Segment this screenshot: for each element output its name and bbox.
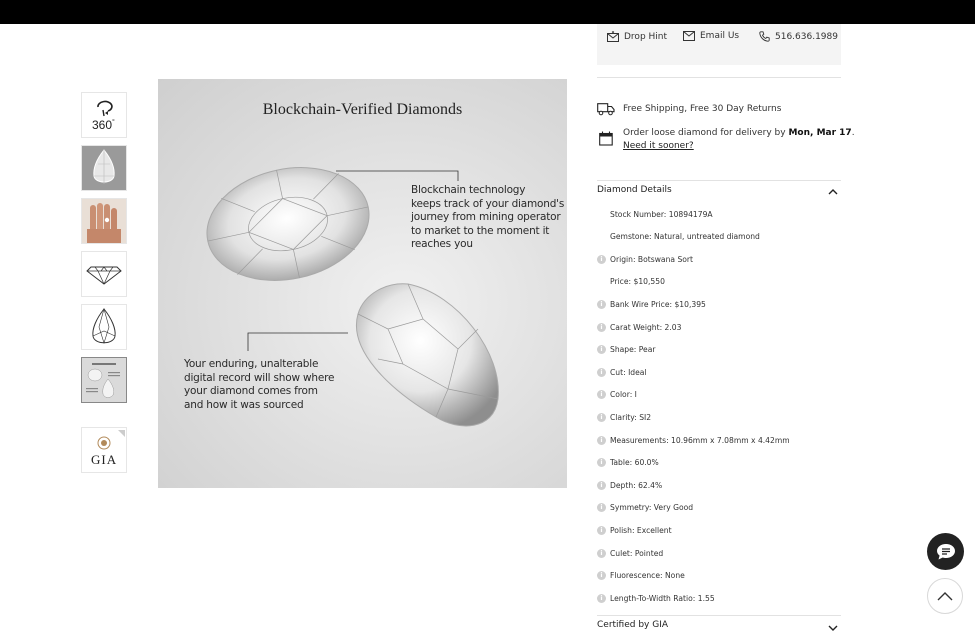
diamond-detail-row: i Depth: 62.4% — [597, 479, 662, 491]
info-icon[interactable]: i — [597, 480, 606, 490]
info-icon[interactable]: i — [597, 593, 606, 603]
pear-outline-icon — [92, 307, 116, 345]
delivery-suffix: . — [851, 128, 855, 138]
diamond-detail-row: Gemstone: Natural, untreated diamond — [597, 231, 760, 243]
hero-text-record: Your enduring, unalterable digital recor… — [184, 358, 335, 411]
info-icon[interactable]: i — [597, 503, 606, 513]
info-icon[interactable]: i — [597, 412, 606, 422]
phone-icon — [759, 31, 770, 42]
calendar-icon — [599, 131, 613, 146]
diamond-detail-row: i Symmetry: Very Good — [597, 502, 693, 514]
thumbnail-360-view[interactable]: 360° — [81, 92, 127, 138]
diamond-detail-text: Culet: Pointed — [610, 548, 664, 558]
diamond-detail-row: i Clarity: SI2 — [597, 411, 651, 423]
chevron-down-icon[interactable] — [827, 622, 839, 634]
envelope-icon — [683, 31, 695, 41]
main-product-image: Blockchain-Verified Diamonds Blockchain … — [158, 79, 567, 488]
diamond-details-title: Diamond Details — [597, 185, 672, 195]
info-icon[interactable]: i — [597, 254, 606, 264]
top-bar — [0, 0, 975, 24]
diamond-detail-row: i Cut: Ideal — [597, 366, 647, 378]
diamond-detail-text: Clarity: SI2 — [610, 412, 652, 422]
diamond-detail-text: Table: 60.0% — [610, 458, 659, 468]
info-icon[interactable]: i — [597, 571, 606, 581]
diamond-detail-text: Gemstone: Natural, untreated diamond — [610, 232, 760, 242]
need-it-sooner-link[interactable]: Need it sooner? — [623, 141, 694, 151]
diamond-detail-row: i Table: 60.0% — [597, 457, 659, 469]
diamond-detail-row: i Shape: Pear — [597, 344, 656, 356]
email-us-label: Email Us — [700, 31, 740, 41]
info-icon[interactable]: i — [597, 299, 606, 309]
info-icon[interactable]: i — [597, 548, 606, 558]
divider — [597, 180, 841, 181]
delivery-prefix: Order loose diamond for delivery by — [623, 128, 789, 138]
chevron-up-icon[interactable] — [827, 186, 839, 198]
diamond-detail-row: i Length-To-Width Ratio: 1.55 — [597, 592, 715, 604]
diamond-detail-text: Color: I — [610, 390, 637, 400]
diamond-detail-row: i Measurements: 10.96mm x 7.08mm x 4.42mm — [597, 434, 790, 446]
thumbnail-blockchain[interactable] — [81, 357, 127, 403]
diamond-detail-text: Cut: Ideal — [610, 367, 647, 377]
chevron-up-icon — [937, 592, 953, 601]
diamond-detail-row: i Polish: Excellent — [597, 524, 672, 536]
diamond-detail-text: Carat Weight: 2.03 — [610, 322, 682, 332]
diamond-detail-text: Shape: Pear — [610, 345, 656, 355]
envelope-heart-icon — [607, 31, 619, 42]
diamond-detail-text: Length-To-Width Ratio: 1.55 — [610, 593, 715, 603]
info-icon[interactable]: i — [597, 345, 606, 355]
diamond-detail-text: Polish: Excellent — [610, 525, 672, 535]
delivery-date: Mon, Mar 17 — [788, 128, 852, 138]
free-shipping-text: Free Shipping, Free 30 Day Returns — [623, 104, 782, 114]
hero-text-blockchain: Blockchain technology keeps track of you… — [411, 184, 565, 250]
diamond-detail-text: Price: $10,550 — [610, 277, 665, 287]
diamonds-illustration — [206, 167, 499, 427]
info-icon[interactable]: i — [597, 435, 606, 445]
contact-bar: Drop Hint Email Us 516.636.1989 — [597, 24, 841, 65]
divider — [597, 77, 841, 78]
drop-hint-label: Drop Hint — [624, 31, 668, 42]
diamond-detail-row: i Fluorescence: None — [597, 570, 685, 582]
diamond-detail-text: Depth: 62.4% — [610, 480, 663, 490]
delivery-truck-icon — [597, 103, 615, 116]
diamond-detail-text: Symmetry: Very Good — [610, 503, 694, 513]
diamond-detail-row: i Origin: Botswana Sort — [597, 253, 693, 265]
diamond-detail-text: Origin: Botswana Sort — [610, 254, 694, 264]
diamond-detail-text: Fluorescence: None — [610, 571, 685, 581]
diamond-detail-row: i Carat Weight: 2.03 — [597, 321, 681, 333]
delivery-estimate: Order loose diamond for delivery by Mon,… — [623, 128, 855, 138]
info-icon[interactable]: i — [597, 525, 606, 535]
diamond-detail-text: Measurements: 10.96mm x 7.08mm x 4.42mm — [610, 435, 790, 445]
diamond-detail-row: i Bank Wire Price: $10,395 — [597, 298, 706, 310]
pear-diamond-photo-icon — [93, 149, 115, 184]
email-us-button[interactable]: Email Us — [683, 31, 739, 41]
diamond-detail-row: Price: $10,550 — [597, 276, 665, 288]
thumbnail-hand-photo[interactable] — [81, 198, 127, 244]
info-icon[interactable]: i — [597, 458, 606, 468]
diamond-detail-row: i Culet: Pointed — [597, 547, 663, 559]
blockchain-image-icon — [82, 358, 126, 402]
certified-by-gia-title[interactable]: Certified by GIA — [597, 620, 668, 630]
diamond-profile-icon — [86, 266, 122, 285]
chat-bubble-icon — [936, 543, 955, 559]
info-icon[interactable]: i — [597, 390, 606, 400]
thumbnail-gia-certificate[interactable]: GIA — [81, 427, 127, 473]
chat-button[interactable] — [927, 533, 964, 570]
back-to-top-button[interactable] — [927, 578, 963, 614]
hand-photo-icon — [82, 199, 126, 243]
phone-number: 516.636.1989 — [775, 31, 838, 42]
diamond-detail-row: Stock Number: 10894179A — [597, 208, 713, 220]
info-icon[interactable]: i — [597, 322, 606, 332]
info-icon[interactable]: i — [597, 367, 606, 377]
label-360: 360° — [92, 118, 115, 132]
gia-logo-text: GIA — [91, 452, 118, 467]
thumbnail-side-profile[interactable] — [81, 251, 127, 297]
thumbnail-diamond-photo[interactable] — [81, 145, 127, 191]
phone-link[interactable]: 516.636.1989 — [759, 31, 838, 42]
divider — [597, 615, 841, 616]
diamond-detail-text: Stock Number: 10894179A — [610, 209, 713, 219]
drop-hint-button[interactable]: Drop Hint — [607, 31, 667, 42]
diamond-detail-text: Bank Wire Price: $10,395 — [610, 299, 706, 309]
diamond-detail-row: i Color: I — [597, 389, 637, 401]
thumbnail-top-view[interactable] — [81, 304, 127, 350]
